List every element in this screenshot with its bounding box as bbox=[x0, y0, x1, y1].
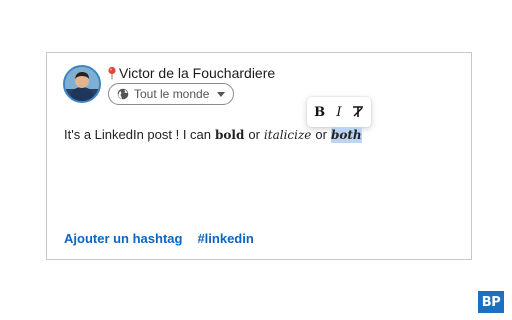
post-composer-card: Victor de la Fouchardiere Tout le monde … bbox=[46, 52, 472, 260]
clear-format-icon bbox=[353, 106, 364, 117]
author-name-row: Victor de la Fouchardiere bbox=[107, 64, 275, 82]
post-text-or: or bbox=[248, 127, 260, 142]
post-text-bold: bold bbox=[215, 128, 245, 142]
post-text-selection[interactable]: both bbox=[330, 127, 362, 143]
bold-button[interactable]: B bbox=[311, 102, 329, 122]
post-text-or: or bbox=[315, 127, 327, 142]
author-name[interactable]: Victor de la Fouchardiere bbox=[119, 65, 275, 81]
format-toolbar: B I bbox=[307, 97, 371, 127]
bp-logo: BP bbox=[478, 291, 504, 313]
add-hashtag-link[interactable]: Ajouter un hashtag bbox=[64, 231, 182, 246]
visibility-dropdown[interactable]: Tout le monde bbox=[108, 83, 235, 105]
visibility-label: Tout le monde bbox=[134, 87, 210, 101]
globe-icon bbox=[117, 88, 129, 100]
avatar bbox=[63, 65, 101, 103]
pin-icon bbox=[107, 66, 117, 80]
clear-format-button[interactable] bbox=[349, 102, 367, 122]
caret-down-icon bbox=[217, 91, 226, 97]
post-text[interactable]: It's a LinkedIn post ! I can bold or ita… bbox=[64, 127, 362, 143]
hashtag-row: Ajouter un hashtag #linkedin bbox=[64, 231, 254, 246]
italic-button[interactable]: I bbox=[330, 102, 348, 122]
post-text-plain: It's a LinkedIn post ! I can bbox=[64, 127, 212, 142]
post-text-italic: italicize bbox=[263, 128, 312, 142]
hashtag-linkedin[interactable]: #linkedin bbox=[197, 231, 253, 246]
